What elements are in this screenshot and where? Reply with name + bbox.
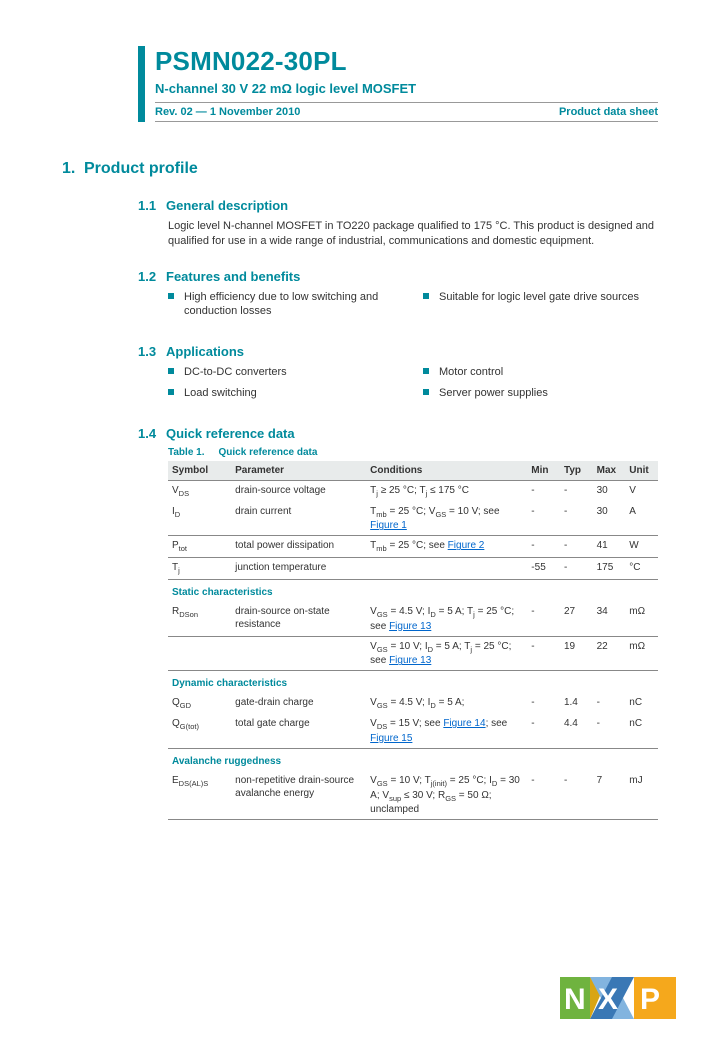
table-subheading: Avalanche ruggedness [168, 748, 658, 771]
part-subtitle: N-channel 30 V 22 mΩ logic level MOSFET [155, 81, 658, 96]
table-row: EDS(AL)Snon-repetitive drain-source aval… [168, 771, 658, 820]
nxp-logo: N X P [560, 977, 676, 1022]
table-row: Ptottotal power dissipationTmb = 25 °C; … [168, 536, 658, 558]
revision-text: Rev. 02 — 1 November 2010 [155, 106, 300, 118]
table-header: Unit [625, 461, 658, 481]
table-header: Symbol [168, 461, 231, 481]
svg-text:P: P [640, 983, 660, 1016]
table-header: Min [527, 461, 560, 481]
table-row: VGS = 10 V; ID = 5 A; Tj = 25 °C; see Fi… [168, 636, 658, 671]
table-caption: Table 1.Quick reference data [168, 447, 658, 458]
document-header: PSMN022-30PL N-channel 30 V 22 mΩ logic … [138, 46, 658, 122]
section-product-profile: 1.Product profile 1.1General description… [62, 160, 658, 820]
table-row: RDSondrain-source on-state resistanceVGS… [168, 602, 658, 636]
table-row: Tjjunction temperature-55-175°C [168, 558, 658, 580]
list-item: Load switching [168, 386, 403, 400]
svg-text:X: X [598, 983, 618, 1016]
subsection-1-3: 1.3Applications DC-to-DC convertersLoad … [138, 344, 658, 406]
table-header: Conditions [366, 461, 527, 481]
table-subheading: Dynamic characteristics [168, 671, 658, 694]
general-description-text: Logic level N-channel MOSFET in TO220 pa… [168, 219, 658, 249]
svg-text:N: N [564, 983, 586, 1016]
table-row: VDSdrain-source voltageTj ≥ 25 °C; Tj ≤ … [168, 480, 658, 501]
list-item: Suitable for logic level gate drive sour… [423, 290, 658, 304]
revision-row: Rev. 02 — 1 November 2010 Product data s… [155, 102, 658, 122]
subsection-1-4: 1.4Quick reference data Table 1.Quick re… [138, 426, 658, 821]
list-item: Server power supplies [423, 386, 658, 400]
quick-reference-table: SymbolParameterConditionsMinTypMaxUnit V… [168, 461, 658, 821]
doctype-text: Product data sheet [559, 106, 658, 118]
list-item: DC-to-DC converters [168, 365, 403, 379]
table-row: IDdrain currentTmb = 25 °C; VGS = 10 V; … [168, 502, 658, 536]
table-header: Typ [560, 461, 593, 481]
subsection-1-1: 1.1General description Logic level N-cha… [138, 198, 658, 249]
subsection-1-2: 1.2Features and benefits High efficiency… [138, 269, 658, 325]
list-item: Motor control [423, 365, 658, 379]
part-number: PSMN022-30PL [155, 46, 658, 77]
section-1-title: 1.Product profile [62, 160, 658, 178]
table-header: Max [593, 461, 626, 481]
table-subheading: Static characteristics [168, 579, 658, 602]
table-row: QG(tot)total gate chargeVDS = 15 V; see … [168, 714, 658, 748]
table-row: QGDgate-drain chargeVGS = 4.5 V; ID = 5 … [168, 693, 658, 714]
list-item: High efficiency due to low switching and… [168, 290, 403, 319]
table-header: Parameter [231, 461, 366, 481]
